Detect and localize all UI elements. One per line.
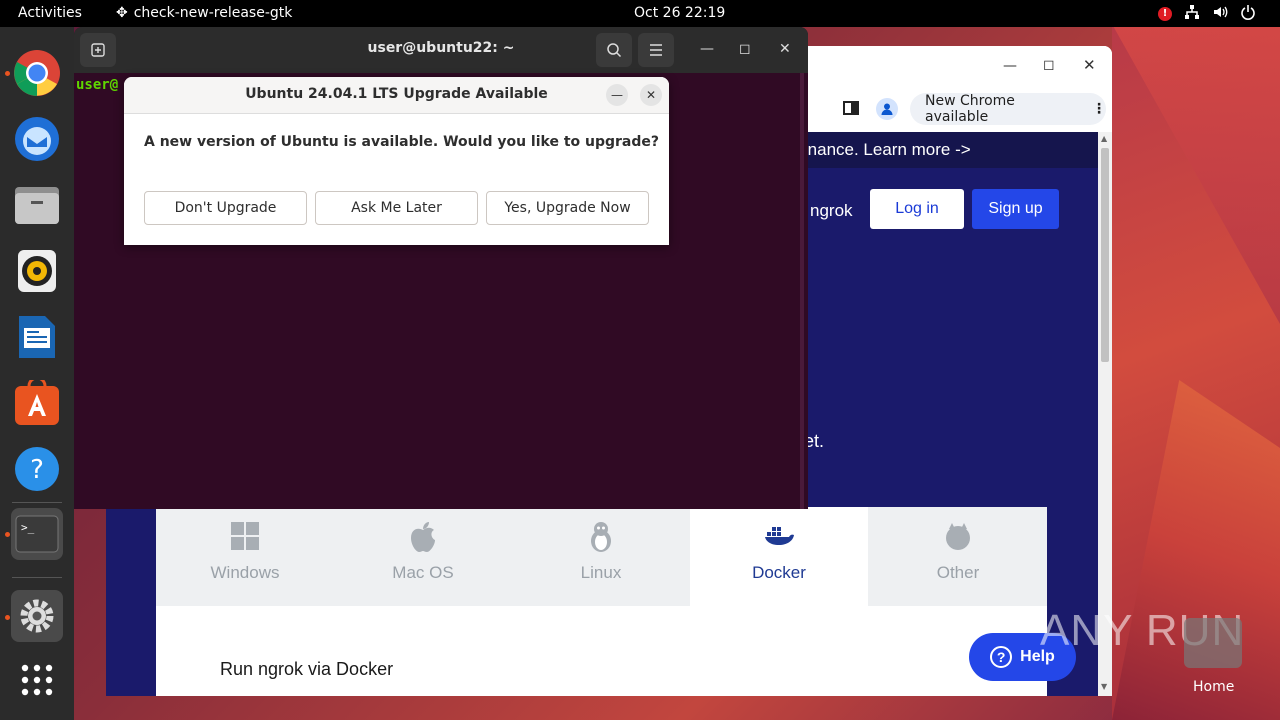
close-icon[interactable]: ✕: [1083, 56, 1096, 74]
rhythmbox-icon[interactable]: [11, 245, 63, 297]
minimize-icon[interactable]: —: [606, 84, 628, 106]
dock-separator: [12, 577, 62, 578]
tab-label: Other: [936, 563, 980, 582]
nav-link-ngrok[interactable]: ngrok: [810, 201, 853, 221]
app-menu[interactable]: ✥ check-new-release-gtk: [116, 5, 292, 21]
activities-button[interactable]: Activities: [18, 5, 82, 21]
svg-text:?: ?: [30, 455, 44, 485]
svg-text:>_: >_: [21, 521, 35, 534]
running-indicator: [5, 71, 10, 76]
app-center-icon[interactable]: [11, 377, 63, 429]
hamburger-icon: [650, 44, 662, 56]
tab-label: Windows: [210, 563, 280, 582]
app-name: check-new-release-gtk: [133, 5, 293, 21]
install-panel: Windows Mac OS Linux Docker Other Run ng…: [156, 507, 1047, 696]
app-icon: ✥: [116, 5, 128, 21]
dialog-titlebar: Ubuntu 24.04.1 LTS Upgrade Available — ✕: [124, 77, 669, 114]
chrome-icon[interactable]: [11, 47, 63, 99]
dialog-message: A new version of Ubuntu is available. Wo…: [144, 134, 660, 150]
maximize-icon[interactable]: ◻: [739, 41, 751, 57]
terminal-prompt[interactable]: user@: [76, 77, 118, 93]
windows-icon: [156, 521, 334, 555]
dont-upgrade-button[interactable]: Don't Upgrade: [144, 191, 307, 225]
linux-icon: [512, 521, 690, 555]
terminal-scrollbar[interactable]: [800, 73, 804, 509]
home-folder-icon[interactable]: [1184, 618, 1242, 668]
menu-button[interactable]: [638, 33, 674, 67]
running-indicator: [5, 532, 10, 537]
upgrade-now-button[interactable]: Yes, Upgrade Now: [486, 191, 649, 225]
upgrade-dialog: Ubuntu 24.04.1 LTS Upgrade Available — ✕…: [124, 77, 669, 245]
help-icon: ?: [990, 646, 1013, 668]
new-chrome-available-button[interactable]: New Chrome available ⋮: [910, 93, 1106, 125]
libreoffice-writer-icon[interactable]: [11, 311, 63, 363]
tab-windows[interactable]: Windows: [156, 507, 334, 606]
signup-button[interactable]: Sign up: [972, 189, 1059, 229]
search-icon: [607, 43, 622, 58]
login-button[interactable]: Log in: [870, 189, 964, 229]
tab-other[interactable]: Other: [869, 507, 1047, 606]
volume-icon[interactable]: [1212, 4, 1228, 24]
network-icon[interactable]: [1184, 4, 1200, 24]
other-icon: [869, 521, 1047, 555]
terminal-titlebar: user@ubuntu22: ~ — ◻ ✕: [74, 27, 808, 73]
docker-icon: [690, 521, 868, 555]
help-icon[interactable]: ?: [11, 443, 63, 495]
tab-label: Linux: [580, 563, 622, 582]
clock[interactable]: Oct 26 22:19: [634, 5, 725, 21]
scroll-thumb[interactable]: [1101, 148, 1109, 362]
tab-docker[interactable]: Docker: [690, 507, 868, 606]
dialog-title: Ubuntu 24.04.1 LTS Upgrade Available: [245, 86, 548, 102]
scroll-up-icon[interactable]: ▲: [1101, 134, 1107, 143]
search-button[interactable]: [596, 33, 632, 67]
close-icon[interactable]: ✕: [640, 84, 662, 106]
tab-label: Docker: [752, 563, 806, 582]
section-title: Run ngrok via Docker: [220, 659, 394, 679]
close-icon[interactable]: ✕: [779, 41, 791, 57]
scroll-down-icon[interactable]: ▼: [1101, 682, 1107, 691]
home-label[interactable]: Home: [1193, 679, 1234, 695]
files-icon[interactable]: [11, 179, 63, 231]
profile-icon[interactable]: [876, 98, 898, 120]
minimize-icon[interactable]: —: [1003, 58, 1017, 74]
banner-text[interactable]: rnance. Learn more ->: [802, 140, 971, 160]
new-chrome-label: New Chrome available: [925, 93, 1015, 125]
maximize-icon[interactable]: ◻: [1043, 57, 1055, 73]
terminal-icon[interactable]: >_: [11, 508, 63, 560]
power-icon[interactable]: [1240, 4, 1256, 24]
top-bar: Activities ✥ check-new-release-gtk Oct 2…: [0, 0, 1280, 27]
system-tray[interactable]: !: [1158, 4, 1256, 24]
more-vert-icon: ⋮: [1092, 101, 1106, 117]
minimize-icon[interactable]: —: [700, 41, 714, 57]
running-indicator: [5, 615, 10, 620]
settings-icon[interactable]: [11, 590, 63, 642]
apple-icon: [334, 521, 512, 555]
dock-separator: [12, 502, 62, 503]
show-apps-icon[interactable]: [11, 654, 63, 706]
alert-icon[interactable]: !: [1158, 7, 1172, 21]
terminal-title: user@ubuntu22: ~: [367, 40, 515, 56]
ask-later-button[interactable]: Ask Me Later: [315, 191, 478, 225]
side-panel-icon[interactable]: [842, 99, 860, 121]
tab-macos[interactable]: Mac OS: [334, 507, 512, 606]
thunderbird-icon[interactable]: [11, 113, 63, 165]
dock: ? >_: [0, 27, 74, 720]
os-tabs: Windows Mac OS Linux Docker Other: [156, 507, 1047, 606]
tab-label: Mac OS: [392, 563, 454, 582]
tab-linux[interactable]: Linux: [512, 507, 690, 606]
